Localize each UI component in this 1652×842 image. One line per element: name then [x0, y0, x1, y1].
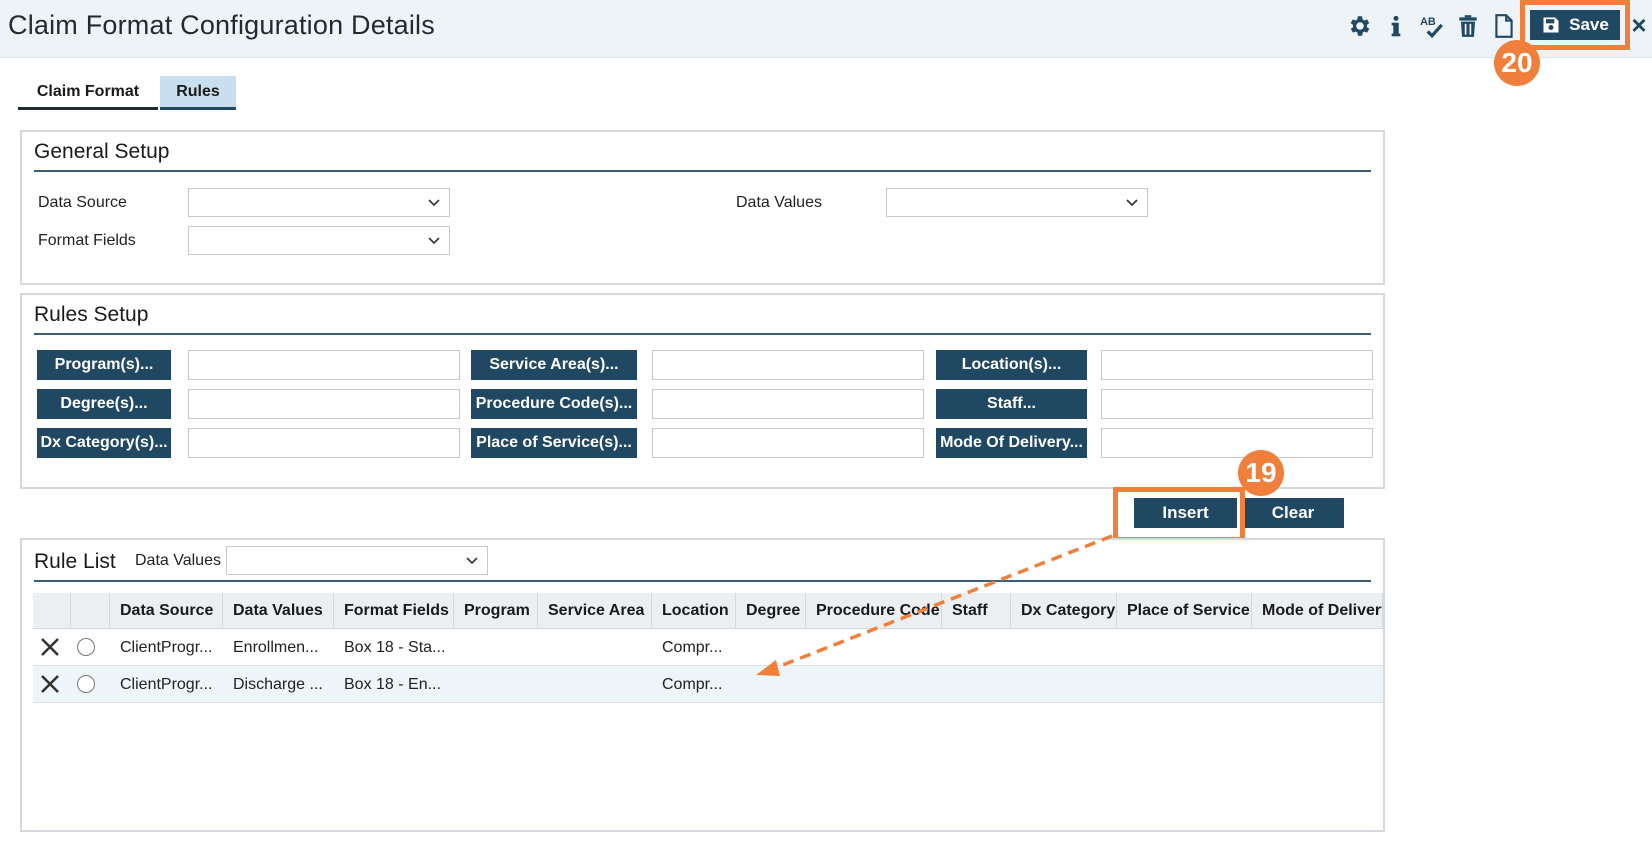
col-header-place-of-service[interactable]: Place of Service [1117, 593, 1252, 629]
cell-location: Compr... [662, 639, 723, 656]
general-setup-title: General Setup [34, 140, 170, 163]
tab-rules[interactable]: Rules [160, 76, 236, 110]
header-delete-col [33, 593, 71, 629]
col-header-procedure-code[interactable]: Procedure Code [806, 593, 942, 629]
cell-format-fields: Box 18 - En... [344, 676, 441, 693]
dx-categories-button[interactable]: Dx Category(s)... [37, 428, 171, 458]
chevron-down-icon [466, 557, 478, 565]
rule-list-data-values-select[interactable] [226, 546, 488, 575]
chevron-down-icon [428, 237, 440, 245]
clear-button[interactable]: Clear [1242, 498, 1344, 528]
cell-data-values: Enrollmen... [233, 639, 319, 656]
cell-degree [736, 666, 806, 703]
col-header-format-fields[interactable]: Format Fields [334, 593, 454, 629]
mode-of-delivery-field[interactable] [1101, 428, 1373, 458]
cell-program [454, 666, 538, 703]
place-of-service-button[interactable]: Place of Service(s)... [471, 428, 637, 458]
data-source-label: Data Source [38, 194, 127, 211]
locations-button[interactable]: Location(s)... [936, 350, 1087, 380]
cell-staff [942, 666, 1011, 703]
cell-dx-category [1011, 666, 1117, 703]
mode-of-delivery-button[interactable]: Mode Of Delivery... [936, 428, 1087, 458]
degrees-button[interactable]: Degree(s)... [37, 389, 171, 419]
cell-data-values: Discharge ... [233, 676, 323, 693]
cell-data-source: ClientProgr... [120, 676, 213, 693]
staff-button[interactable]: Staff... [936, 389, 1087, 419]
cell-mode-of-delivery [1252, 666, 1383, 703]
degrees-field[interactable] [188, 389, 460, 419]
procedure-codes-button[interactable]: Procedure Code(s)... [471, 389, 637, 419]
svg-text:AB: AB [1420, 16, 1436, 28]
data-values-label: Data Values [736, 194, 822, 211]
rule-list-title: Rule List [34, 550, 116, 573]
col-header-dx-category[interactable]: Dx Category [1011, 593, 1117, 629]
programs-field[interactable] [188, 350, 460, 380]
service-areas-button[interactable]: Service Area(s)... [471, 350, 637, 380]
tab-claim-format[interactable]: Claim Format [18, 76, 158, 110]
cell-place-of-service [1117, 666, 1252, 703]
col-header-degree[interactable]: Degree [736, 593, 806, 629]
cell-data-source: ClientProgr... [120, 639, 213, 656]
cell-staff [942, 629, 1011, 666]
rule-list-grid-header: Data Source Data Values Format Fields Pr… [33, 593, 1383, 629]
data-source-select[interactable] [188, 188, 450, 217]
cell-procedure-code [806, 629, 942, 666]
locations-field[interactable] [1101, 350, 1373, 380]
staff-field[interactable] [1101, 389, 1373, 419]
cell-place-of-service [1117, 629, 1252, 666]
close-icon[interactable]: × [1628, 10, 1650, 40]
col-header-location[interactable]: Location [652, 593, 736, 629]
info-icon[interactable] [1382, 12, 1410, 40]
cell-degree [736, 629, 806, 666]
header-select-col [71, 593, 110, 629]
delete-row-icon[interactable] [39, 636, 61, 658]
save-highlight-box [1520, 0, 1630, 50]
col-header-service-area[interactable]: Service Area [538, 593, 652, 629]
format-fields-label: Format Fields [38, 232, 136, 249]
table-row[interactable]: ClientProgr... Enrollmen... Box 18 - Sta… [33, 629, 1383, 666]
general-setup-divider [34, 170, 1371, 172]
cell-dx-category [1011, 629, 1117, 666]
cell-mode-of-delivery [1252, 629, 1383, 666]
rule-list-data-values-label: Data Values [135, 552, 221, 569]
col-header-data-values[interactable]: Data Values [223, 593, 334, 629]
col-header-data-source[interactable]: Data Source [110, 593, 223, 629]
data-values-select[interactable] [886, 188, 1148, 217]
delete-row-icon[interactable] [39, 673, 61, 695]
row-select-radio[interactable] [77, 675, 95, 693]
cell-procedure-code [806, 666, 942, 703]
cell-location: Compr... [662, 676, 723, 693]
cell-program [454, 629, 538, 666]
chevron-down-icon [428, 199, 440, 207]
chevron-down-icon [1126, 199, 1138, 207]
general-setup-panel: General Setup Data Source Format Fields … [20, 130, 1385, 285]
col-header-staff[interactable]: Staff [942, 593, 1011, 629]
service-areas-field[interactable] [652, 350, 924, 380]
step-badge-save: 20 [1494, 40, 1540, 86]
rule-list-divider [34, 580, 1371, 582]
col-header-program[interactable]: Program [454, 593, 538, 629]
page-title: Claim Format Configuration Details [8, 10, 435, 40]
rules-setup-title: Rules Setup [34, 303, 149, 326]
table-row[interactable]: ClientProgr... Discharge ... Box 18 - En… [33, 666, 1383, 703]
place-of-service-field[interactable] [652, 428, 924, 458]
format-fields-select[interactable] [188, 226, 450, 255]
cell-service-area [538, 629, 652, 666]
document-icon[interactable] [1490, 12, 1518, 40]
cell-service-area [538, 666, 652, 703]
spellcheck-icon[interactable]: AB [1418, 12, 1446, 40]
rules-setup-panel: Rules Setup Program(s)... Service Area(s… [20, 293, 1385, 489]
step-badge-insert: 19 [1238, 450, 1284, 496]
rules-setup-divider [34, 333, 1371, 335]
programs-button[interactable]: Program(s)... [37, 350, 171, 380]
cell-format-fields: Box 18 - Sta... [344, 639, 446, 656]
row-select-radio[interactable] [77, 638, 95, 656]
insert-highlight-box [1113, 487, 1245, 542]
col-header-mode-of-delivery[interactable]: Mode of Delivery [1252, 593, 1383, 629]
gear-icon[interactable] [1346, 12, 1374, 40]
dx-categories-field[interactable] [188, 428, 460, 458]
trash-icon[interactable] [1454, 12, 1482, 40]
procedure-codes-field[interactable] [652, 389, 924, 419]
